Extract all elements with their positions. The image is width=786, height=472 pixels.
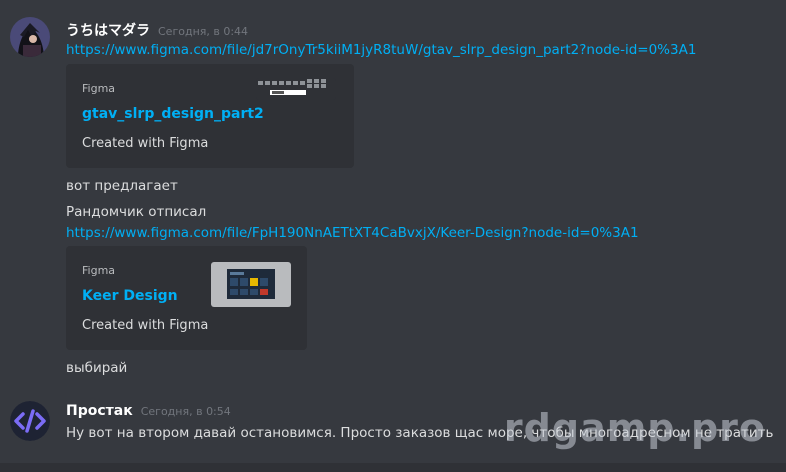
author-name-text[interactable]: Простак (66, 403, 133, 419)
avatar-image-icon (10, 17, 50, 57)
code-avatar-icon (10, 401, 50, 441)
watermark: rdgamp.pro (503, 406, 766, 450)
message-text: вот предлагает (66, 178, 178, 194)
embed-thumbnail[interactable] (211, 262, 291, 307)
author-name[interactable]: Простак Сегодня, в 0:54 (66, 403, 231, 419)
link-embed-2: Figma Keer Design Created with Figma (66, 246, 307, 350)
embed-description: Created with Figma (82, 136, 209, 151)
figma-link-1[interactable]: https://www.figma.com/file/jd7rOnyTr5kii… (66, 42, 696, 58)
link-embed-1: Figma gtav_slrp_design_part2 Created wit… (66, 64, 354, 168)
message-text: Рандомчик отписал (66, 204, 207, 220)
author-name-text[interactable]: うちはマダラ (66, 23, 150, 39)
avatar[interactable] (10, 401, 50, 441)
embed-title[interactable]: gtav_slrp_design_part2 (82, 106, 264, 122)
message-text: выбирай (66, 360, 128, 376)
embed-title[interactable]: Keer Design (82, 288, 178, 304)
embed-thumbnail[interactable] (256, 78, 336, 100)
message-link[interactable]: https://www.figma.com/file/FpH190NnAETtX… (66, 225, 639, 241)
figma-link-2[interactable]: https://www.figma.com/file/FpH190NnAETtX… (66, 225, 639, 241)
author-name[interactable]: うちはマダラ Сегодня, в 0:44 (66, 20, 248, 40)
chat-input-edge (0, 463, 786, 472)
avatar[interactable] (10, 17, 50, 57)
timestamp: Сегодня, в 0:44 (158, 25, 249, 38)
embed-provider[interactable]: Figma (82, 82, 115, 95)
figma-thumbnail-icon (211, 262, 291, 307)
embed-description: Created with Figma (82, 318, 209, 333)
figma-thumbnail-icon (256, 78, 336, 100)
message-link[interactable]: https://www.figma.com/file/jd7rOnyTr5kii… (66, 42, 696, 58)
embed-provider[interactable]: Figma (82, 264, 115, 277)
timestamp: Сегодня, в 0:54 (140, 405, 231, 418)
